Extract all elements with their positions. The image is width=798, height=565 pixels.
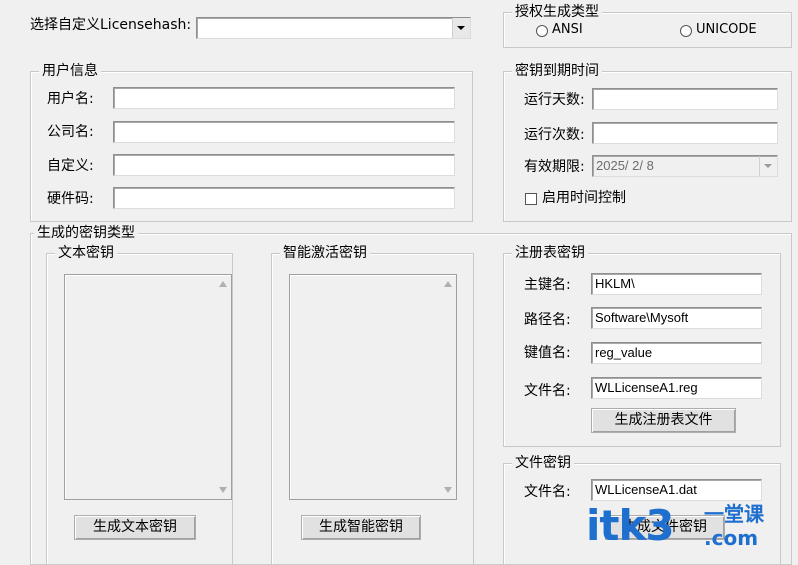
company-label: 公司名: (47, 124, 94, 140)
generate-registry-file-button[interactable]: 生成注册表文件 (591, 408, 736, 433)
date-picker[interactable]: 2025/ 2/ 8 (592, 155, 778, 177)
company-input[interactable] (113, 121, 455, 143)
scroll-down-icon[interactable] (219, 487, 227, 493)
expiry-title: 密钥到期时间 (512, 62, 602, 80)
smart-key-title: 智能激活密钥 (280, 244, 370, 262)
dropdown-button[interactable] (452, 18, 470, 38)
itk3-watermark-logo: itk3 一堂课 .com (586, 500, 798, 553)
registry-root-input[interactable]: HKLM\ (591, 273, 762, 295)
username-label: 用户名: (47, 91, 94, 107)
chevron-down-icon (457, 26, 465, 30)
days-label: 运行天数: (524, 92, 585, 108)
hardware-input[interactable] (113, 187, 455, 209)
registry-root-label: 主键名: (524, 277, 571, 293)
text-key-title: 文本密钥 (55, 244, 117, 262)
expiry-group: 密钥到期时间 运行天数: 运行次数: 有效期限: 2025/ 2/ 8 启用时间… (503, 62, 792, 222)
license-type-group: 授权生成类型 ANSI UNICODE (503, 3, 792, 48)
watermark-domain: .com (704, 526, 759, 550)
date-label: 有效期限: (524, 159, 585, 175)
watermark-brand: itk3 (586, 501, 675, 550)
registry-title: 注册表密钥 (512, 244, 588, 262)
registry-path-input[interactable]: Software\Mysoft (591, 307, 762, 329)
smart-key-group: 智能激活密钥 生成智能密钥 (271, 244, 474, 565)
file-key-file-input[interactable]: WLLicenseA1.dat (591, 479, 762, 501)
days-input[interactable] (592, 88, 778, 110)
smart-key-output[interactable] (289, 274, 457, 500)
scroll-down-icon[interactable] (444, 487, 452, 493)
file-key-title: 文件密钥 (512, 454, 574, 472)
registry-value-input[interactable]: reg_value (591, 342, 762, 364)
generate-smart-key-button[interactable]: 生成智能密钥 (301, 515, 421, 540)
registry-path-label: 路径名: (524, 312, 571, 328)
generate-text-key-button[interactable]: 生成文本密钥 (74, 515, 196, 540)
radio-ansi-label: ANSI (552, 22, 583, 37)
registry-key-group: 注册表密钥 主键名: HKLM\ 路径名: Software\Mysoft 键值… (503, 244, 781, 447)
file-key-file-label: 文件名: (524, 484, 571, 500)
runs-input[interactable] (592, 122, 778, 144)
hardware-label: 硬件码: (47, 191, 94, 207)
scroll-up-icon[interactable] (219, 281, 227, 287)
scroll-up-icon[interactable] (444, 281, 452, 287)
user-info-title: 用户信息 (39, 62, 101, 80)
enable-time-label: 启用时间控制 (542, 190, 626, 206)
watermark-tagline: 一堂课 (704, 502, 764, 526)
date-dropdown-button[interactable] (759, 156, 777, 176)
enable-time-checkbox[interactable] (525, 193, 537, 205)
license-type-title: 授权生成类型 (512, 3, 602, 21)
date-value: 2025/ 2/ 8 (596, 158, 654, 173)
chevron-down-icon (764, 164, 772, 168)
key-types-title: 生成的密钥类型 (34, 224, 138, 242)
radio-unicode[interactable] (680, 25, 692, 37)
registry-file-label: 文件名: (524, 383, 571, 399)
hash-select-label: 选择自定义Licensehash: (30, 17, 192, 33)
username-input[interactable] (113, 87, 455, 109)
runs-label: 运行次数: (524, 127, 585, 143)
radio-ansi[interactable] (536, 25, 548, 37)
custom-label: 自定义: (47, 158, 94, 174)
radio-unicode-label: UNICODE (696, 22, 757, 37)
text-key-group: 文本密钥 生成文本密钥 (46, 244, 233, 565)
text-key-output[interactable] (64, 274, 232, 500)
registry-file-input[interactable]: WLLicenseA1.reg (591, 377, 762, 399)
custom-input[interactable] (113, 154, 455, 176)
user-info-group: 用户信息 用户名: 公司名: 自定义: 硬件码: (30, 62, 473, 222)
hash-select[interactable] (196, 17, 471, 39)
registry-value-label: 键值名: (524, 345, 571, 361)
